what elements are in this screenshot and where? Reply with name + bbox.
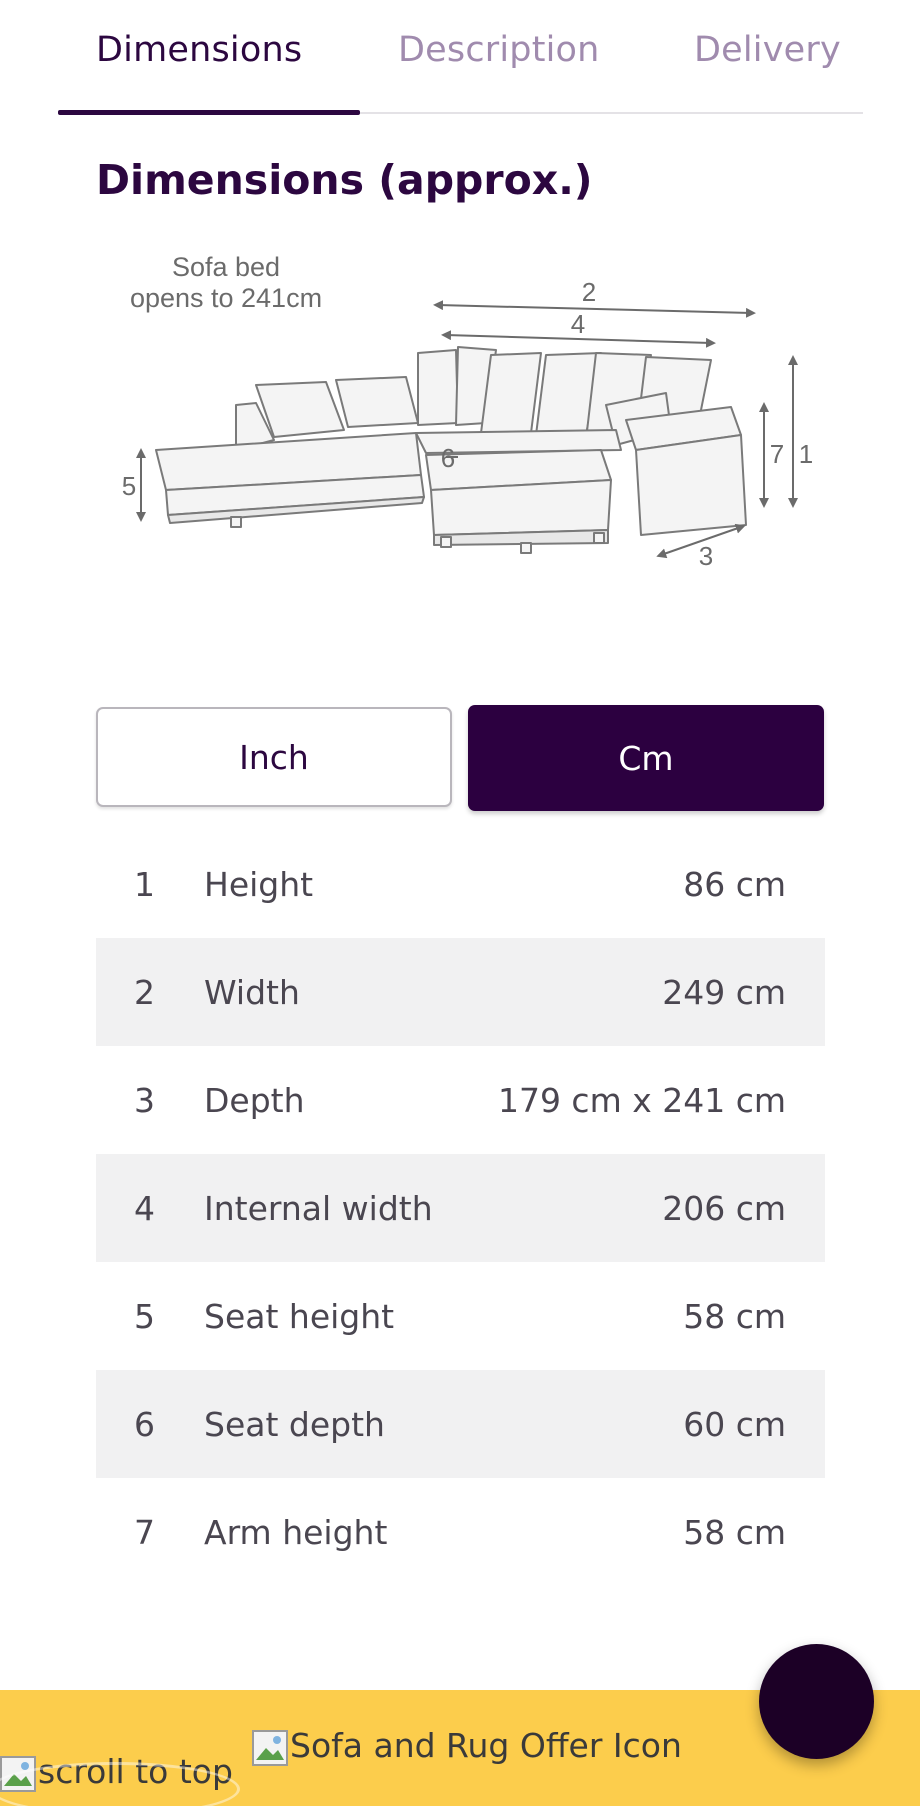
row-value: 60 cm	[683, 1404, 786, 1444]
diagram-marker-6: 6	[441, 443, 455, 473]
active-tab-indicator	[58, 110, 360, 115]
tab-description[interactable]: Description	[398, 30, 600, 70]
row-label: Arm height	[204, 1512, 388, 1552]
product-tabs: Dimensions Description Delivery	[58, 0, 863, 115]
tab-dimensions[interactable]: Dimensions	[96, 30, 302, 70]
diagram-marker-2: 2	[582, 277, 596, 307]
diagram-marker-4: 4	[571, 309, 585, 339]
table-row: 2 Width 249 cm	[96, 938, 825, 1046]
sofa-rug-offer[interactable]: Sofa and Rug Offer Icon	[252, 1726, 682, 1766]
chat-button[interactable]	[759, 1644, 874, 1759]
row-label: Width	[204, 972, 300, 1012]
row-number: 2	[134, 972, 155, 1012]
diagram-marker-5: 5	[122, 471, 136, 501]
unit-toggle: Inch Cm	[96, 705, 825, 811]
cm-button[interactable]: Cm	[468, 705, 824, 811]
table-row: 1 Height 86 cm	[96, 830, 825, 938]
section-title: Dimensions (approx.)	[96, 156, 593, 204]
row-number: 1	[134, 864, 155, 904]
row-number: 5	[134, 1296, 155, 1336]
row-label: Internal width	[204, 1188, 433, 1228]
diagram-marker-7: 7	[770, 439, 784, 469]
inch-button[interactable]: Inch	[96, 707, 452, 807]
sofa-bed-note-line2: opens to 241cm	[130, 283, 322, 313]
row-label: Seat height	[204, 1296, 395, 1336]
row-value: 58 cm	[683, 1296, 786, 1336]
row-value: 58 cm	[683, 1512, 786, 1552]
row-label: Depth	[204, 1080, 305, 1120]
row-label: Seat depth	[204, 1404, 385, 1444]
dimensions-table: 1 Height 86 cm 2 Width 249 cm 3 Depth 17…	[96, 830, 825, 1586]
row-label: Height	[204, 864, 314, 904]
row-value: 179 cm x 241 cm	[497, 1080, 786, 1120]
scroll-to-top-alt-text: scroll to top	[38, 1752, 233, 1791]
broken-image-icon	[252, 1730, 288, 1766]
sofa-illustration: Sofa bed opens to 241cm 2 4 3 5 6 7 1	[122, 252, 813, 571]
row-number: 7	[134, 1512, 155, 1552]
diagram-marker-3: 3	[699, 541, 713, 571]
broken-image-icon	[0, 1756, 36, 1792]
table-row: 7 Arm height 58 cm	[96, 1478, 825, 1586]
tab-delivery[interactable]: Delivery	[694, 30, 841, 70]
row-value: 206 cm	[662, 1188, 786, 1228]
sofa-bed-note-line1: Sofa bed	[172, 252, 280, 282]
row-number: 6	[134, 1404, 155, 1444]
table-row: 6 Seat depth 60 cm	[96, 1370, 825, 1478]
sofa-dimension-diagram: Sofa bed opens to 241cm 2 4 3 5 6 7 1	[96, 235, 836, 580]
offer-image-alt-text: Sofa and Rug Offer Icon	[290, 1726, 682, 1765]
diagram-marker-1: 1	[799, 439, 813, 469]
table-row: 5 Seat height 58 cm	[96, 1262, 825, 1370]
scroll-to-top-button[interactable]: scroll to top	[0, 1752, 233, 1792]
row-number: 3	[134, 1080, 155, 1120]
row-value: 249 cm	[662, 972, 786, 1012]
row-value: 86 cm	[683, 864, 786, 904]
row-number: 4	[134, 1188, 155, 1228]
table-row: 4 Internal width 206 cm	[96, 1154, 825, 1262]
table-row: 3 Depth 179 cm x 241 cm	[96, 1046, 825, 1154]
